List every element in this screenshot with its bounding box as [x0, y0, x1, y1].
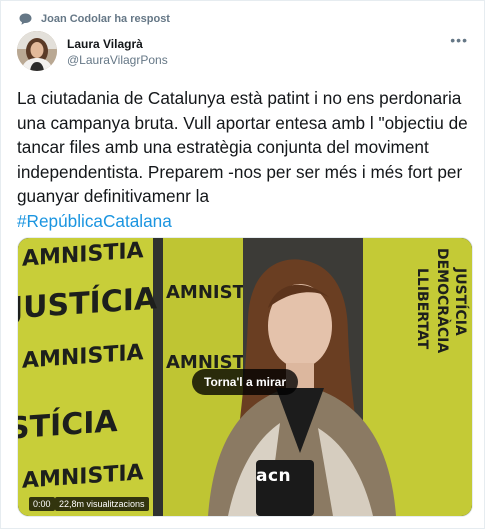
- reply-context: Joan Codolar ha respost: [19, 11, 170, 27]
- author-name[interactable]: Laura Vilagrà: [67, 37, 143, 51]
- tweet-body: La ciutadania de Catalunya està patint i…: [17, 88, 468, 206]
- svg-text:LLIBERTAT: LLIBERTAT: [414, 268, 430, 350]
- video-time: 0:00: [29, 497, 55, 511]
- acn-watermark: acn: [256, 466, 292, 486]
- tweet-text: La ciutadania de Catalunya està patint i…: [17, 86, 473, 233]
- svg-text:JUSTÍCIA: JUSTÍCIA: [452, 267, 469, 336]
- author-handle[interactable]: @LauraVilagrPons: [67, 53, 168, 67]
- replay-button[interactable]: Torna'l a mirar: [192, 369, 298, 395]
- reply-speech-bubble-icon: [19, 13, 32, 25]
- more-dots-icon[interactable]: •••: [450, 33, 468, 47]
- avatar[interactable]: [17, 31, 57, 71]
- reply-context-text[interactable]: Joan Codolar ha respost: [41, 13, 170, 25]
- tweet-card[interactable]: Joan Codolar ha respost Laura Vilagrà @L…: [0, 0, 485, 529]
- svg-text:DEMOCRÀCIA: DEMOCRÀCIA: [434, 248, 451, 353]
- hashtag-link[interactable]: #RepúblicaCatalana: [17, 211, 172, 231]
- video-views: 22,8m visualitzacions: [55, 497, 149, 511]
